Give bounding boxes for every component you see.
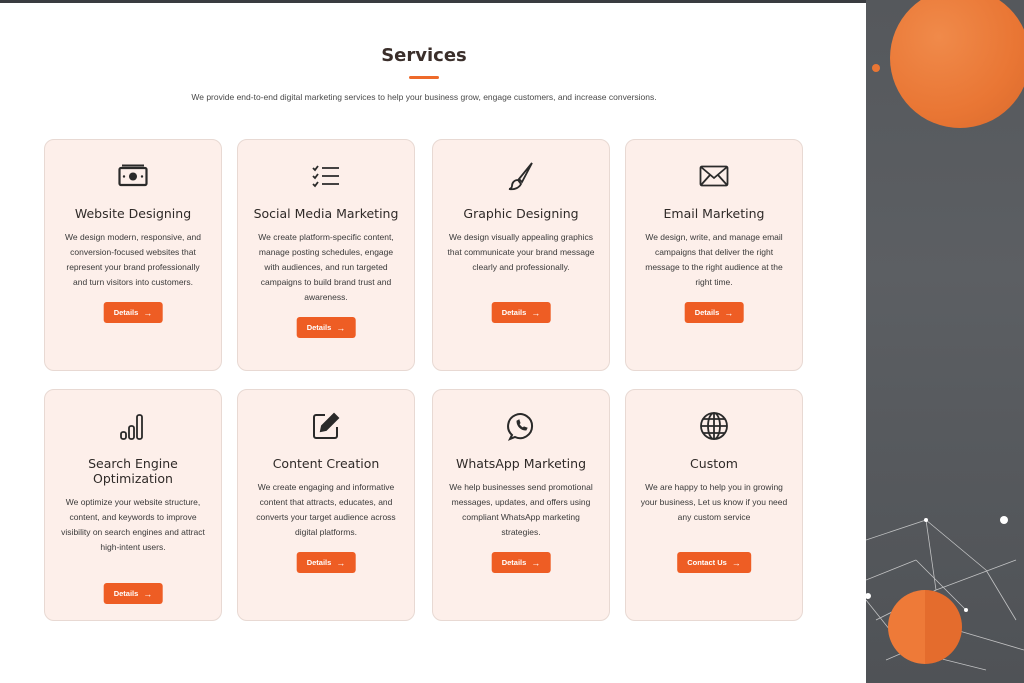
whatsapp-icon bbox=[433, 411, 609, 441]
service-card-social-media-marketing: Social Media Marketing We create platfor… bbox=[237, 139, 415, 371]
arrow-right-icon: → bbox=[724, 307, 734, 318]
service-description: We design visually appealing graphics th… bbox=[447, 232, 595, 272]
service-card-website-designing: Website Designing We design modern, resp… bbox=[44, 139, 222, 371]
details-button[interactable]: Details → bbox=[103, 583, 163, 604]
page-subtitle: We provide end-to-end digital marketing … bbox=[191, 92, 657, 102]
service-description: We design, write, and manage email campa… bbox=[645, 232, 783, 287]
bar-chart-icon bbox=[45, 411, 221, 441]
service-title: Search Engine Optimization bbox=[88, 456, 178, 486]
button-label: Details bbox=[306, 558, 332, 567]
service-card-graphic-designing: Graphic Designing We design visually app… bbox=[432, 139, 610, 371]
service-card-content-creation: Content Creation We create engaging and … bbox=[237, 389, 415, 621]
button-label: Details bbox=[501, 308, 527, 317]
arrow-right-icon: → bbox=[336, 322, 346, 333]
service-card-email-marketing: Email Marketing We design, write, and ma… bbox=[625, 139, 803, 371]
details-button[interactable]: Details → bbox=[103, 302, 163, 323]
decorative-circle-bottom bbox=[888, 590, 962, 664]
service-description: We create engaging and informative conte… bbox=[256, 482, 396, 537]
service-title: Graphic Designing bbox=[463, 206, 579, 221]
button-label: Details bbox=[694, 308, 720, 317]
service-description: We design modern, responsive, and conver… bbox=[65, 232, 201, 287]
arrow-right-icon: → bbox=[531, 307, 541, 318]
details-button[interactable]: Details → bbox=[491, 552, 551, 573]
service-title: Email Marketing bbox=[663, 206, 765, 221]
details-button[interactable]: Details → bbox=[296, 552, 356, 573]
service-title: Content Creation bbox=[272, 456, 380, 471]
service-description: We are happy to help you in growing your… bbox=[640, 482, 788, 522]
details-button[interactable]: Details → bbox=[296, 317, 356, 338]
service-title: Website Designing bbox=[74, 206, 192, 221]
money-bill-icon bbox=[45, 161, 221, 191]
button-label: Contact Us bbox=[687, 558, 727, 567]
service-description: We optimize your website structure, cont… bbox=[61, 497, 205, 552]
edit-icon bbox=[238, 411, 414, 441]
service-card-custom: Custom We are happy to help you in growi… bbox=[625, 389, 803, 621]
services-section: Services We provide end-to-end digital m… bbox=[0, 3, 866, 683]
decorative-panel bbox=[866, 0, 1024, 683]
arrow-right-icon: → bbox=[143, 307, 153, 318]
details-button[interactable]: Details → bbox=[491, 302, 551, 323]
button-label: Details bbox=[113, 308, 139, 317]
arrow-right-icon: → bbox=[143, 588, 153, 599]
page-title: Services bbox=[381, 45, 467, 66]
paint-brush-icon bbox=[433, 161, 609, 191]
service-card-seo: Search Engine Optimization We optimize y… bbox=[44, 389, 222, 621]
arrow-right-icon: → bbox=[731, 557, 741, 568]
service-title: WhatsApp Marketing bbox=[455, 456, 587, 471]
button-label: Details bbox=[306, 323, 332, 332]
arrow-right-icon: → bbox=[336, 557, 346, 568]
details-button[interactable]: Details → bbox=[684, 302, 744, 323]
globe-icon bbox=[626, 411, 802, 441]
service-description: We create platform-specific content, man… bbox=[258, 232, 394, 302]
button-label: Details bbox=[113, 589, 139, 598]
contact-us-button[interactable]: Contact Us → bbox=[677, 552, 751, 573]
decorative-dot bbox=[872, 64, 880, 72]
decorative-circle bbox=[890, 0, 1024, 128]
service-card-whatsapp-marketing: WhatsApp Marketing We help businesses se… bbox=[432, 389, 610, 621]
service-description: We help businesses send promotional mess… bbox=[449, 482, 593, 537]
service-title: Social Media Marketing bbox=[253, 206, 399, 221]
button-label: Details bbox=[501, 558, 527, 567]
service-title: Custom bbox=[690, 456, 738, 471]
envelope-icon bbox=[626, 161, 802, 191]
checklist-icon bbox=[238, 161, 414, 191]
title-underline bbox=[409, 76, 439, 79]
arrow-right-icon: → bbox=[531, 557, 541, 568]
